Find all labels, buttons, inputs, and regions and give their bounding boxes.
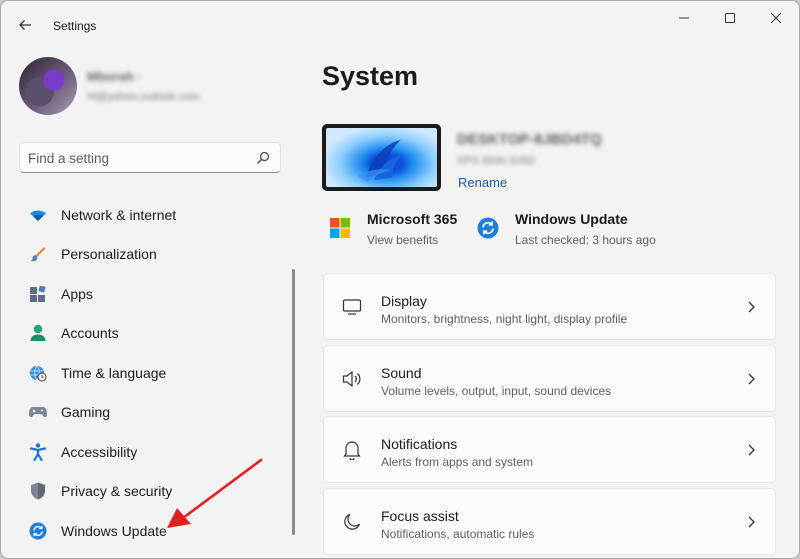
shield-icon: [29, 482, 47, 500]
speaker-icon: [342, 369, 362, 389]
card-display[interactable]: Display Monitors, brightness, night ligh…: [323, 273, 776, 340]
rename-link[interactable]: Rename: [458, 175, 507, 190]
search-box[interactable]: [19, 142, 281, 173]
sidebar-item-accounts[interactable]: Accounts: [21, 314, 291, 354]
wifi-icon: [29, 206, 47, 224]
update-icon: [29, 522, 47, 540]
back-button[interactable]: [11, 11, 39, 39]
back-arrow-icon: [19, 20, 31, 30]
card-subtitle: Monitors, brightness, night light, displ…: [381, 312, 628, 326]
update-icon: [477, 217, 499, 239]
maximize-icon: [725, 13, 735, 23]
close-button[interactable]: [753, 3, 799, 33]
sidebar-item-label: Time & language: [61, 364, 167, 381]
minimize-icon: [679, 17, 689, 19]
sidebar-item-label: Network & internet: [61, 206, 177, 223]
app-title: Settings: [53, 19, 97, 33]
card-title: Focus assist: [381, 507, 459, 524]
page-title: System: [322, 61, 419, 91]
sidebar-item-label: Accounts: [61, 325, 119, 342]
user-email: hf@yahoo.outlook.com: [87, 91, 200, 103]
card-notifications[interactable]: Notifications Alerts from apps and syste…: [323, 416, 776, 483]
sidebar-item-label: Privacy & security: [61, 483, 173, 500]
gamepad-icon: [29, 403, 47, 421]
annotation-arrow-icon: [167, 458, 263, 528]
sidebar-item-personalization[interactable]: Personalization: [21, 235, 291, 275]
sidebar-item-label: Accessibility: [61, 443, 138, 460]
avatar: [19, 57, 77, 115]
bell-icon: [342, 440, 362, 460]
globe-clock-icon: [29, 364, 47, 382]
card-title: Display: [381, 293, 427, 309]
quick-link-subtitle: Last checked: 3 hours ago: [515, 233, 656, 247]
sidebar-item-time-language[interactable]: Time & language: [21, 353, 291, 393]
quick-link-subtitle: View benefits: [367, 233, 439, 247]
search-input[interactable]: [28, 149, 248, 167]
chevron-right-icon: [748, 373, 755, 384]
device-model: XPS 8930 9J5D: [457, 155, 536, 167]
close-icon: [771, 13, 781, 23]
monitor-icon: [342, 297, 362, 317]
sidebar-item-gaming[interactable]: Gaming: [21, 393, 291, 433]
brush-icon: [29, 245, 47, 263]
device-thumbnail: [322, 124, 441, 191]
user-name: Mborah ·: [87, 69, 142, 84]
moon-icon: [342, 512, 362, 532]
chevron-right-icon: [748, 301, 755, 313]
chevron-right-icon: [748, 516, 755, 527]
quick-link-title: Microsoft 365: [367, 211, 458, 227]
chevron-right-icon: [748, 444, 755, 456]
maximize-button[interactable]: [707, 3, 753, 33]
quick-link-title: Windows Update: [515, 211, 628, 227]
sidebar-item-network[interactable]: Network & internet: [21, 195, 291, 235]
card-subtitle: Notifications, automatic rules: [381, 526, 535, 541]
wallpaper-preview: [326, 128, 437, 187]
card-subtitle: Volume levels, output, input, sound devi…: [381, 383, 612, 398]
sidebar-item-label: Windows Update: [61, 522, 167, 539]
card-focus-assist[interactable]: Focus assist Notifications, automatic ru…: [323, 487, 776, 555]
person-icon: [29, 324, 47, 342]
search-icon[interactable]: [255, 150, 271, 166]
card-title: Sound: [381, 364, 422, 381]
device-name: DESKTOP-8JBD4TQ: [457, 131, 602, 148]
card-subtitle: Alerts from apps and system: [381, 455, 534, 469]
apps-icon: [29, 285, 47, 303]
card-sound[interactable]: Sound Volume levels, output, input, soun…: [323, 344, 776, 412]
sidebar-item-apps[interactable]: Apps: [21, 274, 291, 314]
card-title: Notifications: [381, 436, 458, 452]
settings-window: Settings Mborah · hf@yahoo.outlook.com N…: [0, 0, 800, 559]
settings-cards: Display Monitors, brightness, night ligh…: [323, 273, 776, 558]
sidebar-item-label: Gaming: [61, 404, 111, 421]
microsoft-logo-icon: [330, 218, 350, 238]
sidebar-scrollbar[interactable]: [292, 269, 295, 535]
minimize-button[interactable]: [661, 3, 707, 33]
sidebar-item-label: Personalization: [61, 246, 157, 263]
accessibility-icon: [29, 443, 47, 461]
sidebar-item-label: Apps: [61, 285, 93, 302]
user-profile[interactable]: Mborah · hf@yahoo.outlook.com: [19, 57, 299, 121]
title-bar: Settings: [1, 1, 799, 45]
